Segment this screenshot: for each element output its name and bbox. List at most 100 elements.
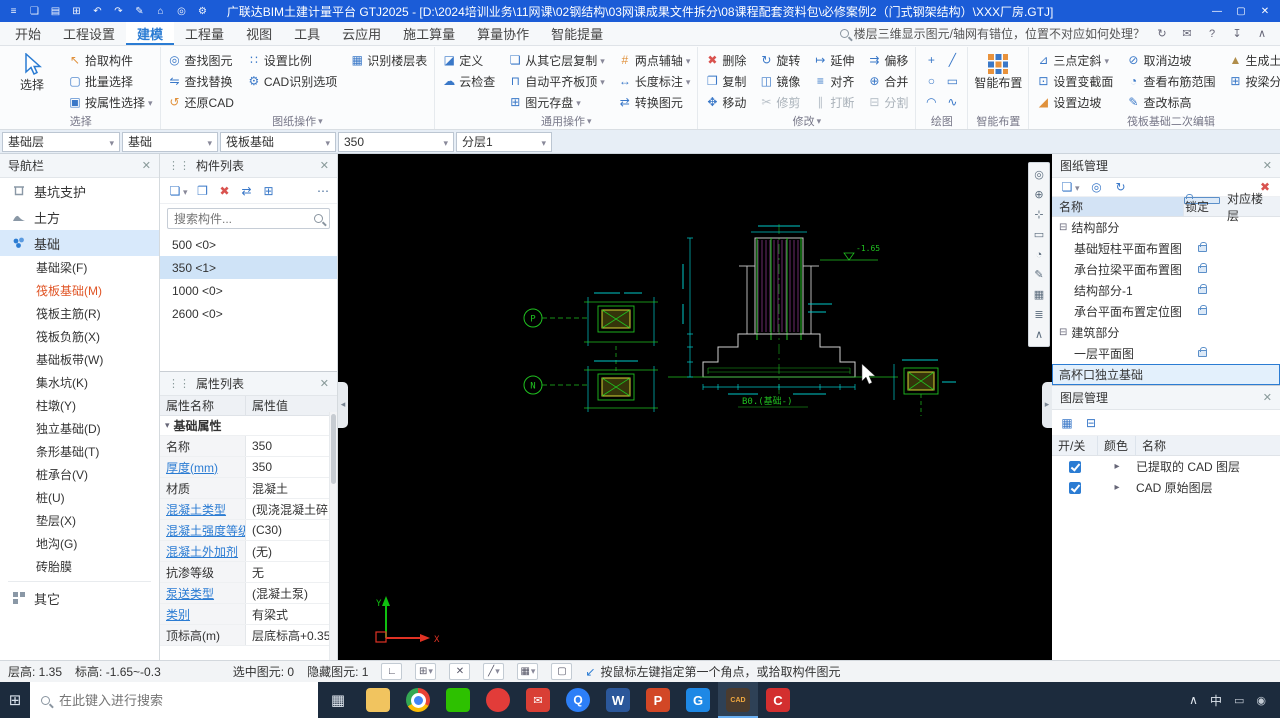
- property-name[interactable]: 泵送类型: [160, 583, 246, 603]
- annotate-icon[interactable]: [1031, 267, 1047, 282]
- property-name[interactable]: 混凝土强度等级: [160, 520, 246, 540]
- collapse-icon[interactable]: ⊟: [1059, 327, 1067, 338]
- tab-shitu[interactable]: 视图: [235, 22, 283, 45]
- group-label-modify[interactable]: 修改: [703, 113, 910, 129]
- snap-settings-icon[interactable]: [415, 663, 437, 680]
- copy-component-button[interactable]: [196, 184, 210, 198]
- length-dimension-button[interactable]: 长度标注: [616, 71, 693, 91]
- tab-gongchengliang[interactable]: 工程量: [174, 22, 235, 45]
- category-selector[interactable]: 基础: [122, 131, 218, 152]
- tray-icon[interactable]: [1234, 694, 1244, 707]
- align-button[interactable]: 对齐: [811, 71, 856, 91]
- nav-sub-brick-mold[interactable]: 砖胎膜: [0, 555, 159, 578]
- three-point-slope-button[interactable]: 三点定斜: [1034, 50, 1115, 70]
- help-icon[interactable]: [1204, 26, 1220, 42]
- ime-indicator[interactable]: 中: [1210, 692, 1222, 709]
- close-button[interactable]: [1254, 3, 1276, 19]
- tab-kaishi[interactable]: 开始: [4, 22, 52, 45]
- save-icon[interactable]: [67, 3, 86, 19]
- delete-component-button[interactable]: [218, 184, 232, 198]
- copy-from-other-floor-button[interactable]: 从其它层复制: [506, 50, 607, 70]
- arc-tool-icon[interactable]: ◠: [921, 92, 941, 112]
- component-type-selector[interactable]: 筏板基础: [220, 131, 336, 152]
- component-search-box[interactable]: [167, 208, 330, 229]
- property-group-foundation[interactable]: ▾ 基础属性: [160, 416, 337, 436]
- new-component-button[interactable]: [168, 184, 188, 198]
- property-value[interactable]: (C30): [246, 520, 337, 540]
- app-tim[interactable]: [558, 682, 598, 718]
- grid-icon[interactable]: [1031, 287, 1047, 302]
- rectangle-tool-icon[interactable]: ▭: [942, 71, 962, 91]
- drawing-tree-row[interactable]: 一层平面图: [1052, 343, 1280, 364]
- batch-select-button[interactable]: 批量选择: [66, 71, 155, 91]
- point-tool-icon[interactable]: +: [921, 50, 941, 70]
- cursor-style-icon[interactable]: [551, 663, 573, 680]
- nav-sub-pile-cap[interactable]: 桩承台(V): [0, 463, 159, 486]
- app-chrome[interactable]: [398, 682, 438, 718]
- variable-section-button[interactable]: 设置变截面: [1034, 71, 1115, 91]
- property-value[interactable]: 层底标高+0.35: [246, 625, 337, 645]
- nav-sub-sump-pit[interactable]: 集水坑(K): [0, 371, 159, 394]
- settings-icon[interactable]: [193, 3, 212, 19]
- scrollbar-thumb[interactable]: [331, 414, 336, 484]
- taskbar-search-input[interactable]: [59, 692, 307, 708]
- property-name[interactable]: 混凝土类型: [160, 499, 246, 519]
- rotate-button[interactable]: 旋转: [757, 50, 802, 70]
- cancel-slope-button[interactable]: 取消边坡: [1124, 50, 1217, 70]
- nav-item-other[interactable]: 其它: [0, 585, 159, 611]
- view-mode-icon[interactable]: [1031, 247, 1047, 262]
- open-project-icon[interactable]: [46, 3, 65, 19]
- refresh-drawing-button[interactable]: [1114, 180, 1128, 194]
- column-header-lock[interactable]: 锁定: [1184, 194, 1220, 214]
- nav-sub-column-pier[interactable]: 柱墩(Y): [0, 394, 159, 417]
- tab-suanliangxiezuo[interactable]: 算量协作: [466, 22, 540, 45]
- property-value[interactable]: 有梁式: [246, 604, 337, 624]
- polyline-tool-icon[interactable]: ∿: [942, 92, 962, 112]
- collapse-ribbon-icon[interactable]: [1254, 26, 1270, 42]
- nav-sub-raft-negative-rebar[interactable]: 筏板负筋(X): [0, 325, 159, 348]
- app-file-explorer[interactable]: [358, 682, 398, 718]
- app-powerpoint[interactable]: [638, 682, 678, 718]
- store-component-button[interactable]: [262, 184, 276, 198]
- set-scale-button[interactable]: 设置比例: [245, 50, 339, 70]
- column-header-name[interactable]: 名称: [1136, 436, 1280, 455]
- column-header-color[interactable]: 颜色: [1098, 436, 1136, 455]
- trim-button[interactable]: 修剪: [757, 92, 802, 112]
- cad-recognition-options-button[interactable]: CAD识别选项: [245, 71, 339, 91]
- component-name-selector[interactable]: 350: [338, 131, 454, 152]
- help-search[interactable]: 楼层三维显示图元/轴网有错位，位置不对应如何处理？: [839, 25, 1145, 42]
- nav-item-earthwork[interactable]: 土方: [0, 204, 159, 230]
- lock-icon[interactable]: [1197, 284, 1207, 294]
- nav-sub-trench[interactable]: 地沟(G): [0, 532, 159, 555]
- app-glodon-gtj[interactable]: [678, 682, 718, 718]
- close-icon[interactable]: ✕: [320, 159, 329, 172]
- delete-button[interactable]: 删除: [703, 50, 748, 70]
- layer-row[interactable]: ▸ 已提取的 CAD 图层: [1052, 456, 1280, 477]
- minimize-button[interactable]: [1206, 3, 1228, 19]
- expand-icon[interactable]: ▸: [1114, 482, 1119, 493]
- nav-sub-strip-foundation[interactable]: 条形基础(T): [0, 440, 159, 463]
- drawing-tree-row[interactable]: 结构部分-1: [1052, 280, 1280, 301]
- redo-icon[interactable]: [109, 3, 128, 19]
- floor-selector[interactable]: 基础层: [2, 131, 120, 152]
- auto-align-slab-top-button[interactable]: 自动平齐板顶: [506, 71, 607, 91]
- properties-scrollbar[interactable]: [329, 412, 337, 660]
- collapse-left-panel-handle[interactable]: ◂: [338, 381, 348, 428]
- lock-icon[interactable]: [1197, 263, 1207, 273]
- column-header-floor[interactable]: 对应楼层: [1220, 192, 1280, 223]
- nav-item-foundation[interactable]: 基础: [0, 230, 159, 256]
- nav-sub-foundation-beam[interactable]: 基础梁(F): [0, 256, 159, 279]
- group-label-sheet-ops[interactable]: 图纸操作: [166, 113, 430, 129]
- layers-button-b[interactable]: [1084, 416, 1098, 430]
- identify-floor-table-button[interactable]: 识别楼层表: [348, 50, 429, 70]
- angle-snap-icon[interactable]: [483, 663, 505, 680]
- property-value[interactable]: (混凝土泵): [246, 583, 337, 603]
- property-name[interactable]: 厚度(mm): [160, 457, 246, 477]
- component-item-2600[interactable]: 2600 <0>: [160, 302, 337, 325]
- expand-icon[interactable]: ▸: [1114, 461, 1119, 472]
- component-item-500[interactable]: 500 <0>: [160, 233, 337, 256]
- close-icon[interactable]: ✕: [320, 377, 329, 390]
- cad-canvas[interactable]: P N -1.65 B0.(基础-) Y X ◎ ⊕ ⊹ ▭ ◔ ✎ ▦ ≣ ∧…: [338, 154, 1052, 660]
- tab-gongchengshezhi[interactable]: 工程设置: [52, 22, 126, 45]
- offset-button[interactable]: 偏移: [865, 50, 910, 70]
